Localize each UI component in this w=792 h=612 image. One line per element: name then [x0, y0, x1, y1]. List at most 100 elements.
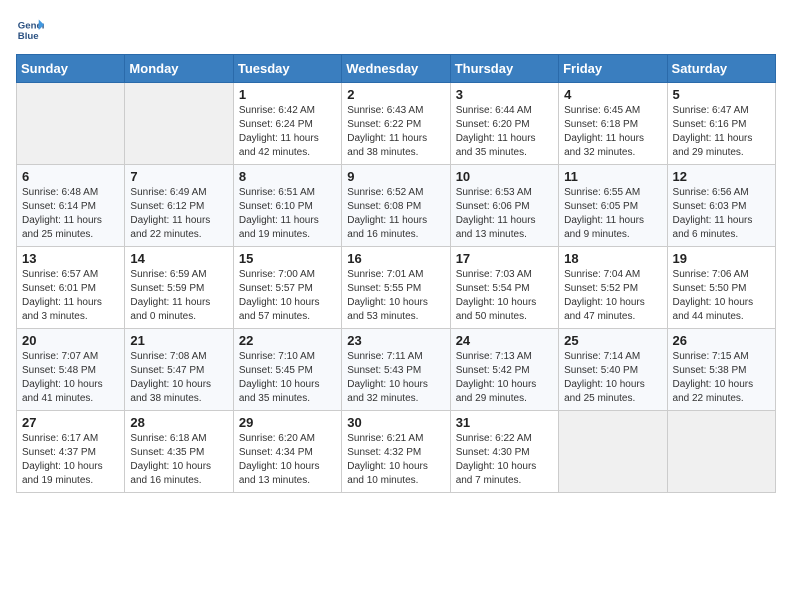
day-number: 7 [130, 169, 227, 184]
day-info: Sunrise: 6:48 AMSunset: 6:14 PMDaylight:… [22, 186, 119, 242]
day-info: Sunrise: 7:03 AMSunset: 5:54 PMDaylight:… [456, 268, 553, 324]
day-info: Sunrise: 7:11 AMSunset: 5:43 PMDaylight:… [347, 350, 444, 406]
day-number: 13 [22, 251, 119, 266]
day-number: 20 [22, 333, 119, 348]
day-info: Sunrise: 7:04 AMSunset: 5:52 PMDaylight:… [564, 268, 661, 324]
day-cell: 7 Sunrise: 6:49 AMSunset: 6:12 PMDaylight… [125, 165, 233, 247]
day-number: 26 [673, 333, 770, 348]
day-number: 19 [673, 251, 770, 266]
day-number: 9 [347, 169, 444, 184]
day-number: 30 [347, 415, 444, 430]
day-cell: 8 Sunrise: 6:51 AMSunset: 6:10 PMDaylight… [233, 165, 341, 247]
day-number: 23 [347, 333, 444, 348]
week-row-4: 20Sunrise: 7:07 AMSunset: 5:48 PMDayligh… [17, 329, 776, 411]
day-cell: 16 Sunrise: 7:01 AMSunset: 5:55 PMDayligh… [342, 247, 450, 329]
day-cell: 29Sunrise: 6:20 AMSunset: 4:34 PMDayligh… [233, 411, 341, 493]
day-number: 16 [347, 251, 444, 266]
day-cell: 20Sunrise: 7:07 AMSunset: 5:48 PMDayligh… [17, 329, 125, 411]
day-number: 25 [564, 333, 661, 348]
day-cell: 24 Sunrise: 7:13 AMSunset: 5:42 PMDayligh… [450, 329, 558, 411]
day-cell: 18 Sunrise: 7:04 AMSunset: 5:52 PMDayligh… [559, 247, 667, 329]
weekday-header-wednesday: Wednesday [342, 55, 450, 83]
day-number: 10 [456, 169, 553, 184]
weekday-header-thursday: Thursday [450, 55, 558, 83]
weekday-header-sunday: Sunday [17, 55, 125, 83]
day-info: Sunrise: 7:15 AMSunset: 5:38 PMDaylight:… [673, 350, 770, 406]
day-cell: 26 Sunrise: 7:15 AMSunset: 5:38 PMDayligh… [667, 329, 775, 411]
calendar-table: SundayMondayTuesdayWednesdayThursdayFrid… [16, 54, 776, 493]
day-cell: 17 Sunrise: 7:03 AMSunset: 5:54 PMDayligh… [450, 247, 558, 329]
day-number: 6 [22, 169, 119, 184]
day-cell: 28Sunrise: 6:18 AMSunset: 4:35 PMDayligh… [125, 411, 233, 493]
day-info: Sunrise: 6:45 AMSunset: 6:18 PMDaylight:… [564, 104, 661, 160]
day-cell: 1 Sunrise: 6:42 AMSunset: 6:24 PMDaylight… [233, 83, 341, 165]
day-info: Sunrise: 7:01 AMSunset: 5:55 PMDaylight:… [347, 268, 444, 324]
day-info: Sunrise: 6:51 AMSunset: 6:10 PMDaylight:… [239, 186, 336, 242]
day-cell: 19 Sunrise: 7:06 AMSunset: 5:50 PMDayligh… [667, 247, 775, 329]
day-info: Sunrise: 7:08 AMSunset: 5:47 PMDaylight:… [130, 350, 227, 406]
day-info: Sunrise: 6:22 AMSunset: 4:30 PMDaylight:… [456, 432, 553, 488]
day-info: Sunrise: 7:06 AMSunset: 5:50 PMDaylight:… [673, 268, 770, 324]
day-cell: 15Sunrise: 7:00 AMSunset: 5:57 PMDayligh… [233, 247, 341, 329]
day-number: 22 [239, 333, 336, 348]
week-row-1: 1 Sunrise: 6:42 AMSunset: 6:24 PMDaylight… [17, 83, 776, 165]
weekday-header-friday: Friday [559, 55, 667, 83]
day-cell: 25Sunrise: 7:14 AMSunset: 5:40 PMDayligh… [559, 329, 667, 411]
logo-icon: General Blue [16, 16, 44, 44]
day-cell: 6 Sunrise: 6:48 AMSunset: 6:14 PMDaylight… [17, 165, 125, 247]
week-row-5: 27Sunrise: 6:17 AMSunset: 4:37 PMDayligh… [17, 411, 776, 493]
day-info: Sunrise: 6:21 AMSunset: 4:32 PMDaylight:… [347, 432, 444, 488]
day-cell: 21 Sunrise: 7:08 AMSunset: 5:47 PMDayligh… [125, 329, 233, 411]
day-cell: 11Sunrise: 6:55 AMSunset: 6:05 PMDayligh… [559, 165, 667, 247]
day-cell: 12 Sunrise: 6:56 AMSunset: 6:03 PMDayligh… [667, 165, 775, 247]
weekday-header-row: SundayMondayTuesdayWednesdayThursdayFrid… [17, 55, 776, 83]
day-cell: 2 Sunrise: 6:43 AMSunset: 6:22 PMDaylight… [342, 83, 450, 165]
day-cell: 30 Sunrise: 6:21 AMSunset: 4:32 PMDayligh… [342, 411, 450, 493]
day-info: Sunrise: 7:00 AMSunset: 5:57 PMDaylight:… [239, 268, 336, 324]
day-info: Sunrise: 6:47 AMSunset: 6:16 PMDaylight:… [673, 104, 770, 160]
day-number: 2 [347, 87, 444, 102]
day-cell: 14Sunrise: 6:59 AMSunset: 5:59 PMDayligh… [125, 247, 233, 329]
logo: General Blue [16, 16, 48, 44]
day-number: 8 [239, 169, 336, 184]
day-info: Sunrise: 7:13 AMSunset: 5:42 PMDaylight:… [456, 350, 553, 406]
day-cell: 23 Sunrise: 7:11 AMSunset: 5:43 PMDayligh… [342, 329, 450, 411]
day-cell: 5Sunrise: 6:47 AMSunset: 6:16 PMDaylight… [667, 83, 775, 165]
day-info: Sunrise: 6:53 AMSunset: 6:06 PMDaylight:… [456, 186, 553, 242]
page-header: General Blue [16, 16, 776, 44]
week-row-3: 13 Sunrise: 6:57 AMSunset: 6:01 PMDayligh… [17, 247, 776, 329]
day-number: 27 [22, 415, 119, 430]
weekday-header-saturday: Saturday [667, 55, 775, 83]
day-number: 17 [456, 251, 553, 266]
day-cell: 31 Sunrise: 6:22 AMSunset: 4:30 PMDayligh… [450, 411, 558, 493]
day-number: 3 [456, 87, 553, 102]
day-number: 11 [564, 169, 661, 184]
day-number: 29 [239, 415, 336, 430]
day-number: 18 [564, 251, 661, 266]
day-cell: 27Sunrise: 6:17 AMSunset: 4:37 PMDayligh… [17, 411, 125, 493]
day-number: 24 [456, 333, 553, 348]
week-row-2: 6 Sunrise: 6:48 AMSunset: 6:14 PMDaylight… [17, 165, 776, 247]
day-number: 1 [239, 87, 336, 102]
svg-text:Blue: Blue [18, 31, 39, 42]
day-number: 4 [564, 87, 661, 102]
day-number: 31 [456, 415, 553, 430]
day-info: Sunrise: 6:42 AMSunset: 6:24 PMDaylight:… [239, 104, 336, 160]
day-number: 28 [130, 415, 227, 430]
day-number: 12 [673, 169, 770, 184]
day-cell [667, 411, 775, 493]
day-cell: 3 Sunrise: 6:44 AMSunset: 6:20 PMDaylight… [450, 83, 558, 165]
day-cell: 10 Sunrise: 6:53 AMSunset: 6:06 PMDayligh… [450, 165, 558, 247]
day-info: Sunrise: 6:49 AMSunset: 6:12 PMDaylight:… [130, 186, 227, 242]
day-cell [17, 83, 125, 165]
day-info: Sunrise: 6:44 AMSunset: 6:20 PMDaylight:… [456, 104, 553, 160]
day-info: Sunrise: 6:57 AMSunset: 6:01 PMDaylight:… [22, 268, 119, 324]
day-cell: 22Sunrise: 7:10 AMSunset: 5:45 PMDayligh… [233, 329, 341, 411]
day-info: Sunrise: 6:43 AMSunset: 6:22 PMDaylight:… [347, 104, 444, 160]
day-number: 21 [130, 333, 227, 348]
day-cell: 4 Sunrise: 6:45 AMSunset: 6:18 PMDaylight… [559, 83, 667, 165]
day-cell: 9 Sunrise: 6:52 AMSunset: 6:08 PMDaylight… [342, 165, 450, 247]
weekday-header-tuesday: Tuesday [233, 55, 341, 83]
day-info: Sunrise: 6:56 AMSunset: 6:03 PMDaylight:… [673, 186, 770, 242]
day-info: Sunrise: 6:52 AMSunset: 6:08 PMDaylight:… [347, 186, 444, 242]
